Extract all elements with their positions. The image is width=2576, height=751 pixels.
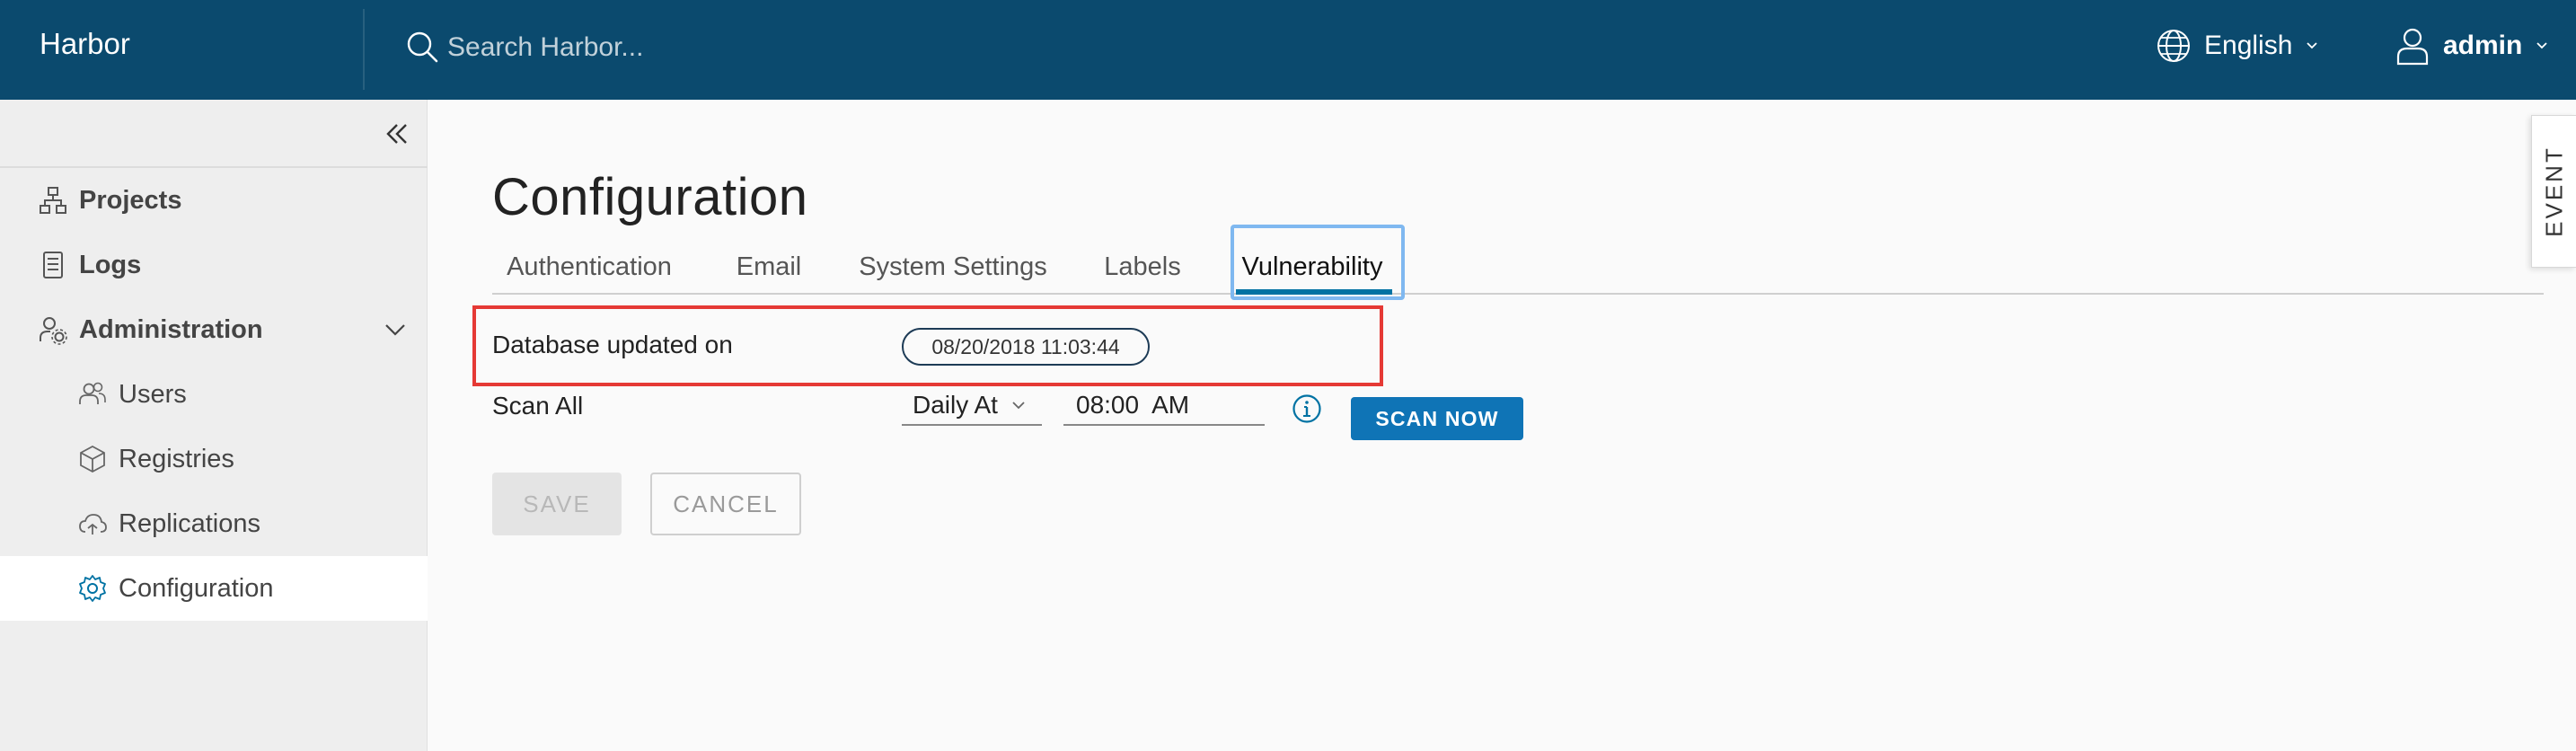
search-input[interactable]	[447, 27, 986, 68]
sidebar-item-projects[interactable]: Projects	[0, 168, 428, 233]
projects-icon	[40, 187, 66, 214]
sidebar-item-label: Projects	[79, 185, 182, 215]
scan-all-label: Scan All	[492, 392, 584, 420]
header-divider	[363, 9, 365, 90]
globe-icon	[2157, 30, 2190, 62]
sidebar-item-logs[interactable]: Logs	[0, 233, 428, 297]
database-updated-label: Database updated on	[492, 331, 733, 358]
sidebar-item-label: Administration	[79, 314, 263, 344]
schedule-select[interactable]: Daily At	[902, 386, 1042, 426]
chevron-down-icon	[2536, 42, 2547, 49]
schedule-time-input[interactable]	[1063, 386, 1265, 426]
chevron-down-icon	[1012, 402, 1025, 410]
administration-icon	[40, 317, 67, 345]
config-tabs: Authentication Email System Settings Lab…	[492, 239, 2544, 295]
schedule-value: Daily At	[913, 391, 998, 419]
sidebar-item-label: Logs	[79, 250, 142, 279]
event-panel-tab[interactable]: EVENT	[2531, 115, 2576, 268]
username: admin	[2443, 31, 2523, 60]
registries-icon	[80, 445, 105, 473]
sidebar: Projects Logs Administration Users Regis…	[0, 100, 428, 751]
collapse-sidebar-icon[interactable]	[381, 118, 413, 150]
language-label: English	[2204, 31, 2293, 60]
top-header: Harbor English admin	[0, 0, 2576, 100]
chevron-down-icon	[2307, 42, 2318, 49]
gear-icon	[79, 575, 106, 602]
sidebar-item-label: Replications	[119, 508, 260, 538]
database-timestamp-badge: 08/20/2018 11:03:44	[902, 328, 1150, 366]
sidebar-item-registries[interactable]: Registries	[0, 427, 428, 491]
brand-name[interactable]: Harbor	[40, 27, 130, 61]
tab-labels[interactable]: Labels	[1099, 239, 1186, 295]
sidebar-item-replications[interactable]: Replications	[0, 491, 428, 556]
chevron-down-icon[interactable]	[381, 315, 410, 344]
page-title: Configuration	[492, 168, 808, 226]
tab-authentication[interactable]: Authentication	[499, 239, 679, 295]
scan-now-button[interactable]: SCAN NOW	[1351, 397, 1523, 440]
sidebar-item-label: Registries	[119, 444, 234, 473]
search-icon[interactable]	[404, 29, 440, 65]
user-menu[interactable]: admin	[2395, 23, 2549, 68]
sidebar-item-users[interactable]: Users	[0, 362, 428, 427]
save-button[interactable]: SAVE	[492, 473, 622, 535]
language-selector[interactable]: English	[2156, 23, 2319, 68]
tab-focus-ring	[1231, 225, 1405, 300]
sidebar-item-label: Users	[119, 379, 187, 409]
user-icon	[2396, 28, 2429, 66]
info-icon[interactable]	[1292, 393, 1322, 424]
logs-icon	[43, 252, 63, 278]
replications-icon	[79, 514, 107, 535]
sidebar-item-configuration[interactable]: Configuration	[0, 556, 428, 621]
cancel-button[interactable]: CANCEL	[650, 473, 801, 535]
event-tab-label: EVENT	[2540, 146, 2567, 237]
sidebar-item-label: Configuration	[119, 573, 274, 603]
tab-email[interactable]: Email	[729, 239, 808, 295]
tab-system-settings[interactable]: System Settings	[853, 239, 1053, 295]
sidebar-item-administration[interactable]: Administration	[0, 297, 428, 362]
users-icon	[79, 382, 106, 404]
